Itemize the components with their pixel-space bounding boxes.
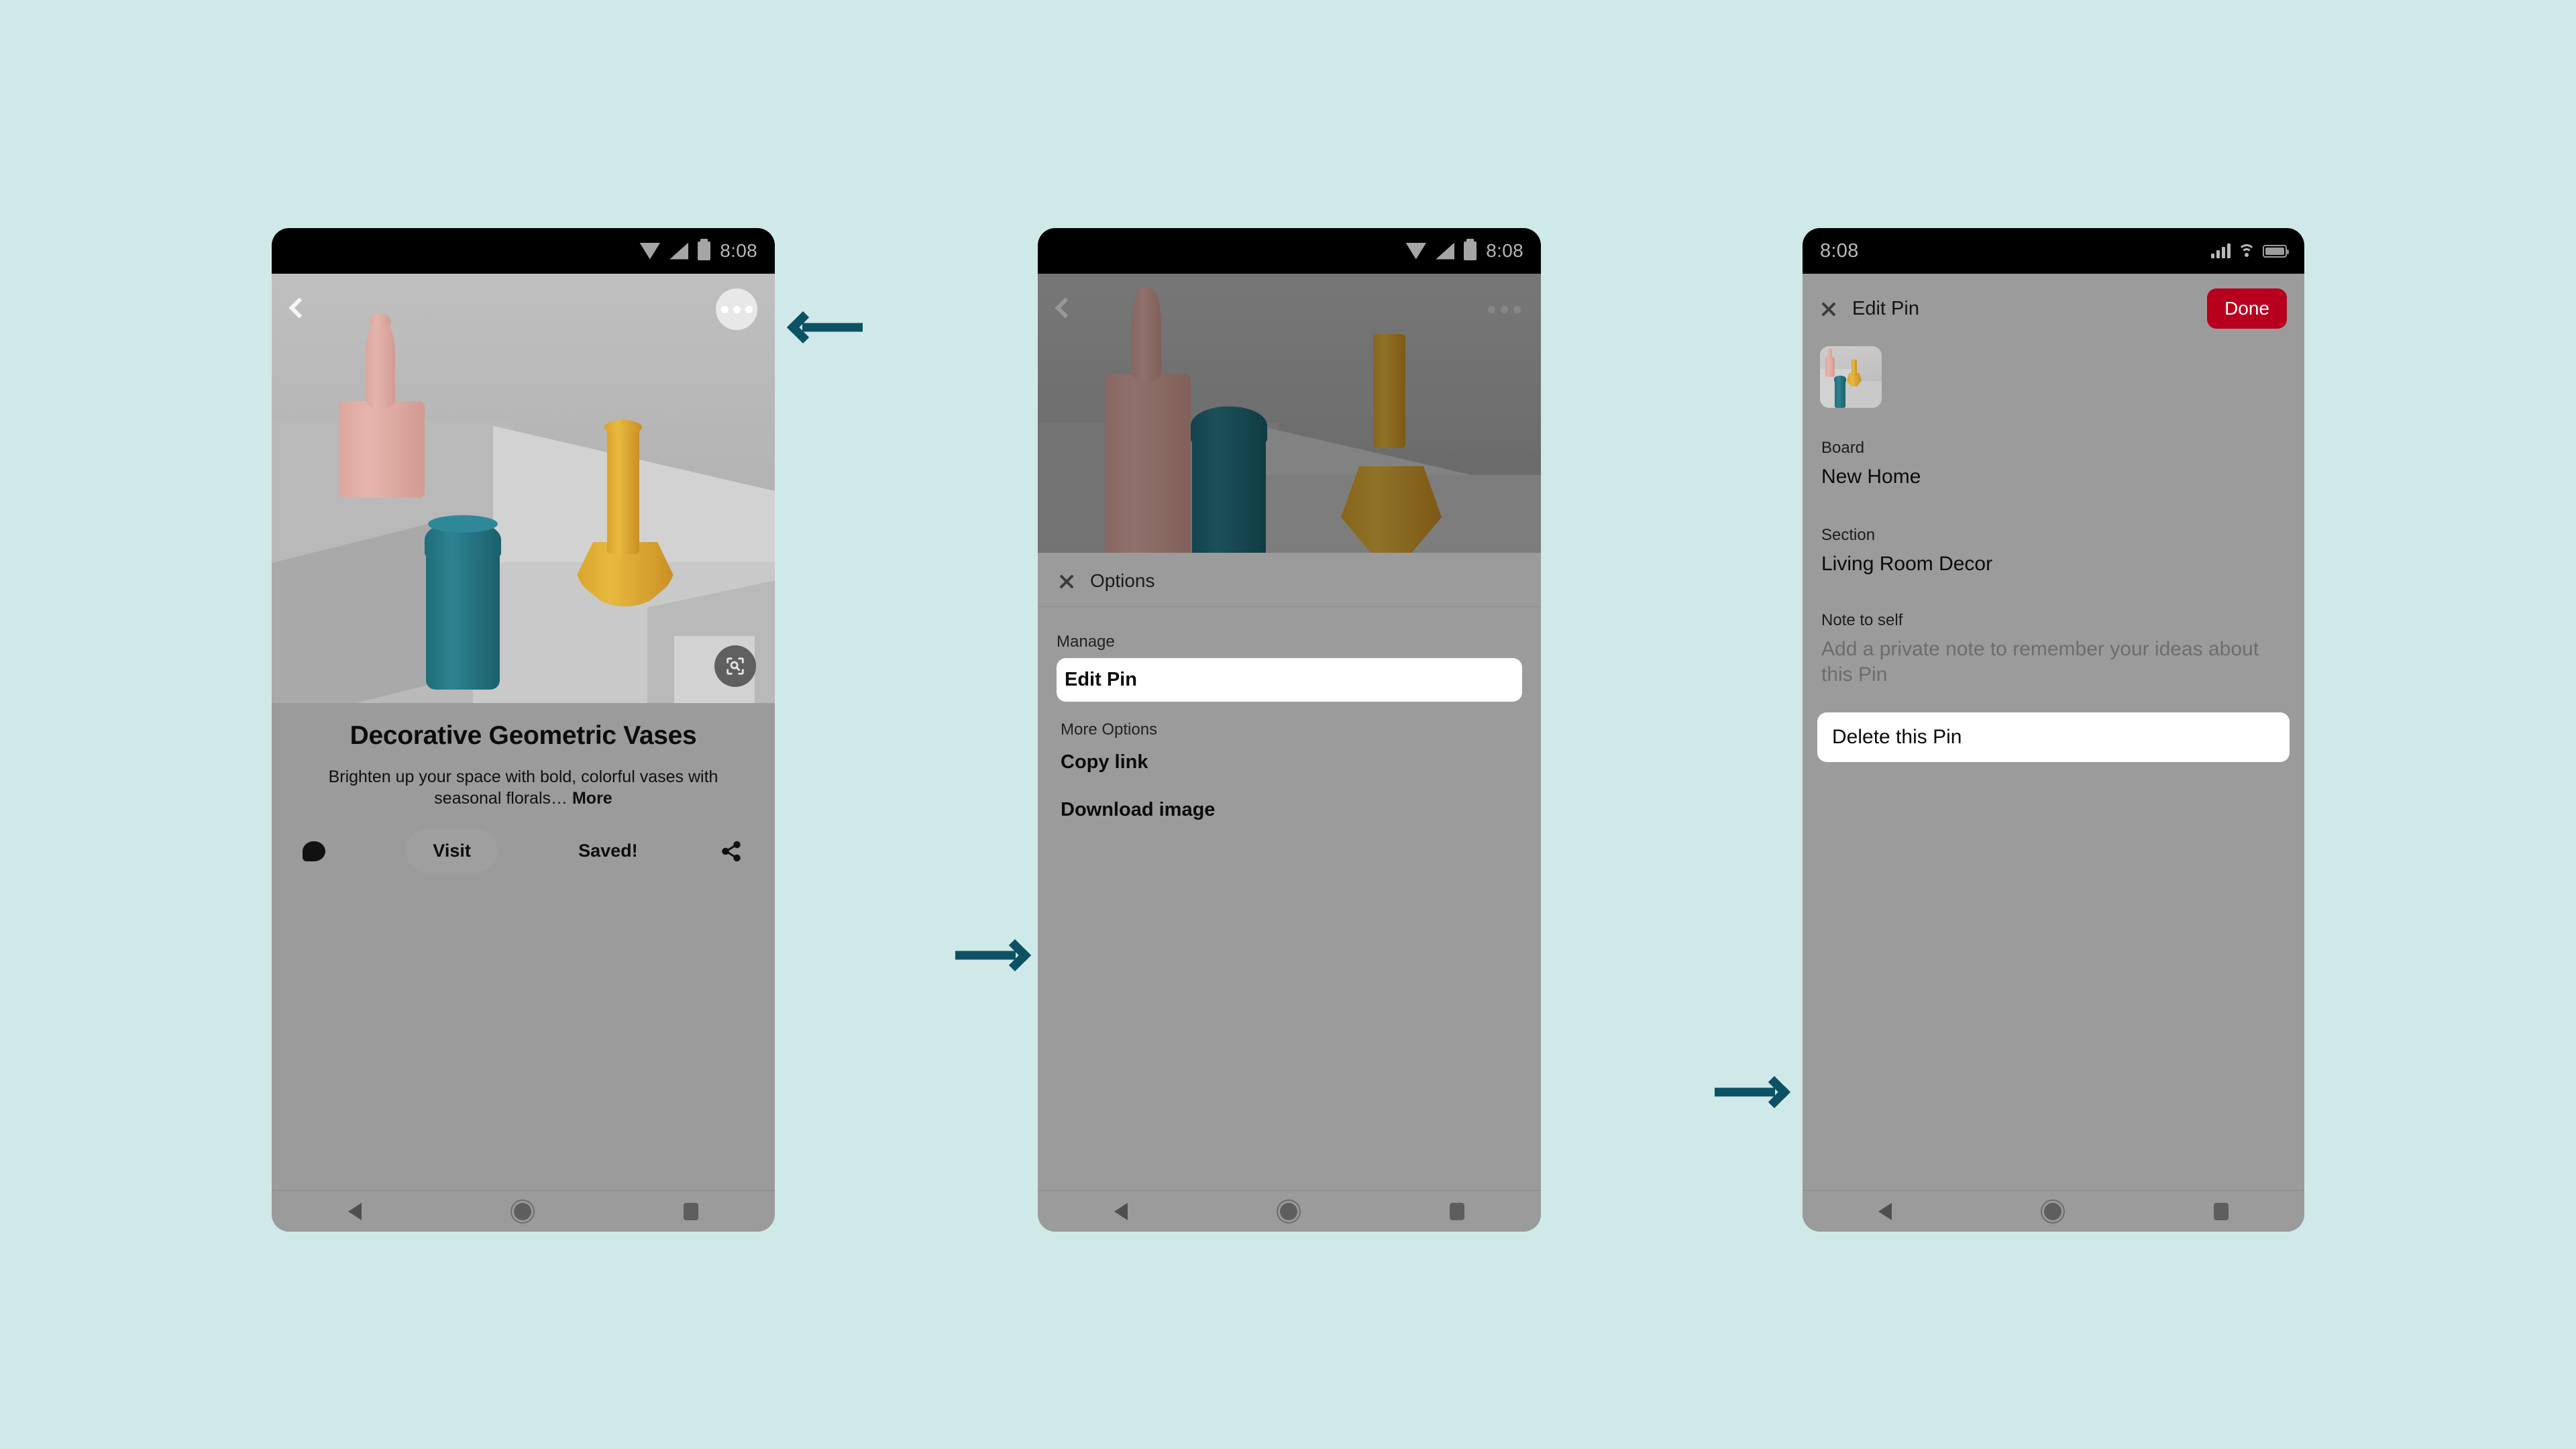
visit-button[interactable]: Visit — [406, 829, 498, 873]
close-icon[interactable] — [1058, 572, 1075, 590]
phone-screen-edit-pin: 8:08 Edit Pin Done Board New Home Sectio… — [1803, 228, 2304, 1232]
android-navigation-bar — [272, 1190, 775, 1232]
menu-item-copy-link[interactable]: Copy link — [1057, 743, 1522, 782]
android-navigation-bar — [1038, 1190, 1541, 1232]
home-nav-icon[interactable] — [2043, 1202, 2061, 1220]
battery-icon — [1464, 239, 1477, 260]
image-top-overlay — [272, 274, 775, 347]
wifi-icon — [1405, 242, 1427, 260]
recents-nav-icon[interactable] — [2213, 1202, 2229, 1220]
field-placeholder: Add a private note to remember your idea… — [1821, 638, 2259, 686]
phone-screen-options-sheet: 8:08 Options Manage Edit Pin More Option… — [1038, 228, 1541, 1232]
page-title: Edit Pin — [1852, 297, 1919, 319]
delete-pin-button[interactable]: Delete this Pin — [1817, 712, 2290, 762]
close-icon[interactable] — [1820, 300, 1837, 317]
back-nav-icon[interactable] — [347, 1202, 362, 1220]
recents-nav-icon[interactable] — [684, 1202, 699, 1220]
visual-search-icon[interactable] — [714, 645, 756, 687]
flow-diagram: 8:08 Decorative Geometric Vases Brighten… — [0, 0, 2576, 1449]
menu-item-download-image[interactable]: Download image — [1057, 791, 1522, 829]
more-link[interactable]: More — [572, 789, 612, 808]
pin-description: Brighten up your space with bold, colorf… — [294, 766, 752, 809]
saved-button[interactable]: Saved! — [578, 841, 638, 861]
share-icon[interactable] — [718, 840, 744, 863]
image-top-overlay — [1038, 274, 1541, 347]
thumbnail-wrap — [1803, 329, 2304, 408]
group-label-more-options: More Options — [1061, 720, 1158, 739]
chevron-left-icon[interactable] — [1055, 297, 1076, 319]
arrow-to-delete-pin — [1715, 1075, 1791, 1109]
pin-description-text: Brighten up your space with bold, colorf… — [328, 767, 718, 808]
wifi-icon — [639, 242, 661, 260]
comment-icon[interactable] — [303, 841, 325, 861]
cellular-signal-icon — [669, 242, 689, 260]
status-bar-time: 8:08 — [720, 240, 757, 261]
more-options-icon[interactable] — [1488, 306, 1521, 313]
battery-icon — [698, 239, 711, 260]
field-board[interactable]: Board New Home — [1821, 439, 2286, 490]
status-bar-time: 8:08 — [1486, 240, 1523, 261]
field-section[interactable]: Section Living Room Decor — [1821, 526, 2286, 577]
status-bar: 8:08 — [272, 228, 775, 274]
arrow-to-edit-pin — [955, 938, 1032, 972]
pin-thumbnail[interactable] — [1820, 346, 1882, 408]
edit-pin-header: Edit Pin Done — [1803, 274, 2304, 329]
group-label-manage: Manage — [1057, 633, 1115, 651]
home-nav-icon[interactable] — [513, 1202, 531, 1220]
options-sheet-header: Options — [1038, 553, 1541, 607]
chevron-left-icon[interactable] — [288, 297, 310, 319]
battery-icon — [2263, 244, 2289, 258]
cellular-bars-icon — [2211, 244, 2231, 258]
field-label: Note to self — [1821, 611, 1903, 629]
back-nav-icon[interactable] — [1114, 1202, 1128, 1220]
status-bar: 8:08 — [1038, 228, 1541, 274]
recents-nav-icon[interactable] — [1450, 1202, 1465, 1220]
options-sheet-body: Manage Edit Pin More Options Copy link D… — [1038, 607, 1541, 829]
field-label: Section — [1821, 525, 1876, 544]
more-options-icon[interactable] — [716, 288, 757, 330]
field-value: New Home — [1821, 466, 1921, 488]
pin-image[interactable] — [272, 274, 775, 703]
field-value: Living Room Decor — [1821, 552, 1993, 575]
page-title: Decorative Geometric Vases — [350, 721, 697, 750]
pin-action-bar: Visit Saved! — [294, 829, 752, 873]
back-nav-icon[interactable] — [1878, 1202, 1892, 1220]
sheet-title: Options — [1090, 570, 1155, 591]
cellular-signal-icon — [1436, 242, 1455, 260]
field-note-to-self[interactable]: Note to self Add a private note to remem… — [1821, 611, 2286, 687]
field-label: Board — [1821, 439, 1865, 457]
edit-pin-form: Board New Home Section Living Room Decor… — [1803, 439, 2304, 687]
pin-image-dimmed — [1038, 274, 1541, 553]
home-nav-icon[interactable] — [1279, 1202, 1297, 1220]
status-bar-icons — [2211, 244, 2289, 258]
done-button[interactable]: Done — [2207, 288, 2287, 329]
pin-detail-body: Decorative Geometric Vases Brighten up y… — [272, 703, 775, 873]
android-navigation-bar — [1803, 1190, 2304, 1232]
phone-screen-pin-detail: 8:08 Decorative Geometric Vases Brighten… — [272, 228, 775, 1232]
arrow-to-more-options — [786, 311, 863, 344]
status-bar-time: 8:08 — [1820, 239, 1859, 262]
menu-item-edit-pin[interactable]: Edit Pin — [1057, 658, 1522, 702]
status-bar: 8:08 — [1803, 228, 2304, 274]
wifi-icon — [2238, 244, 2255, 258]
